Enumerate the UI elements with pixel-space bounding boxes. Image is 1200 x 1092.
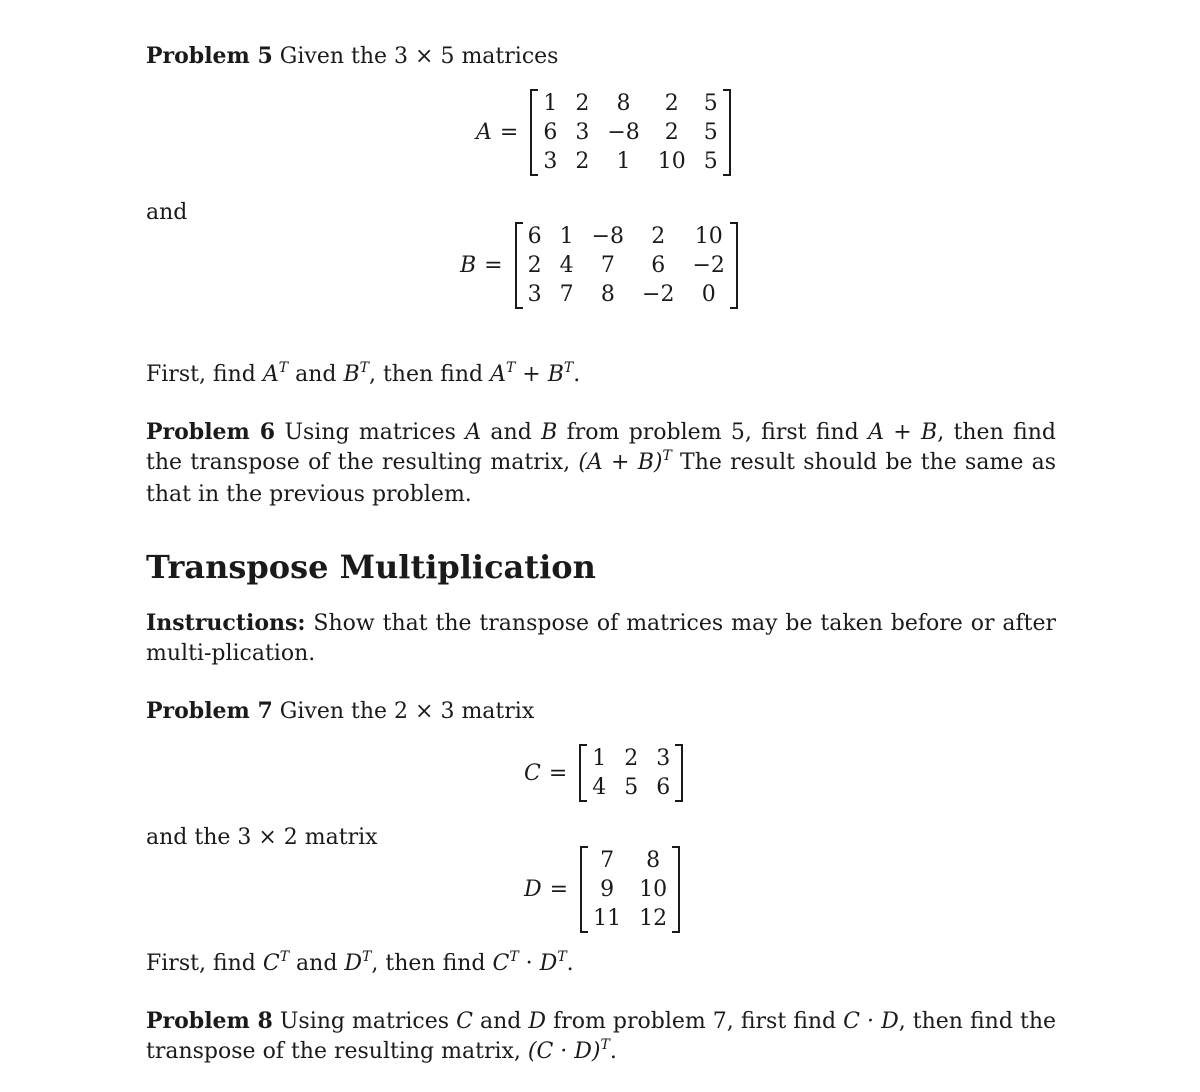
matrix-b-cell: −2 xyxy=(642,282,675,307)
problem7-connector: and the 3 × 2 matrix xyxy=(146,825,378,850)
problem5-label: Problem 5 xyxy=(146,43,273,69)
problem5-task: First, find AT and BT, then find AT + BT… xyxy=(146,360,581,387)
matrix-d-brackets: 7 8 9 10 11 12 xyxy=(580,846,681,933)
instructions-label: Instructions: xyxy=(146,610,306,636)
matrix-b-cell: 3 xyxy=(527,282,542,307)
matrix-c-label: C = xyxy=(524,760,568,786)
problem8-label: Problem 8 xyxy=(146,1008,273,1034)
matrix-a-cell: −8 xyxy=(607,120,640,145)
matrix-b-cell: 1 xyxy=(559,224,574,249)
matrix-b-label: B = xyxy=(460,253,503,278)
matrix-c-row: 123 xyxy=(583,744,679,773)
matrix-a-cell: 3 xyxy=(543,149,558,174)
matrix-d-cell: 8 xyxy=(646,848,661,873)
matrix-c-cell: 6 xyxy=(656,775,671,800)
problem5-statement: Problem 5 Given the 3 × 5 matrices xyxy=(146,42,558,71)
matrix-b-cell: 6 xyxy=(651,253,666,278)
matrix-c-cell: 3 xyxy=(656,746,671,771)
matrix-a-cell: 2 xyxy=(575,149,590,174)
matrix-d-row: 11 12 xyxy=(584,904,676,933)
matrix-b: B = 6 1 −8 2 10 2 4 7 6 −2 3 7 8 −2 0 xyxy=(460,222,739,309)
matrix-d-cell: 12 xyxy=(639,906,668,931)
matrix-b-cell: −2 xyxy=(692,253,725,278)
matrix-d: D = 7 8 9 10 11 12 xyxy=(524,846,681,933)
matrix-b-row: 3 7 8 −2 0 xyxy=(519,280,734,309)
matrix-a-cell: 2 xyxy=(664,120,679,145)
matrix-a-grid: 1 2 8 2 5 6 3 −8 2 5 3 2 1 10 5 xyxy=(534,89,726,176)
matrix-b-brackets: 6 1 −8 2 10 2 4 7 6 −2 3 7 8 −2 0 xyxy=(514,222,739,309)
matrix-d-row: 9 10 xyxy=(584,875,676,904)
matrix-b-cell: 6 xyxy=(527,224,542,249)
matrix-d-cell: 9 xyxy=(600,877,615,902)
matrix-c-cell: 4 xyxy=(592,775,607,800)
matrix-c-row: 456 xyxy=(583,773,679,802)
matrix-b-cell: 10 xyxy=(694,224,723,249)
matrix-b-cell: 4 xyxy=(559,253,574,278)
matrix-a-label: A = xyxy=(476,120,519,145)
matrix-b-cell: 7 xyxy=(559,282,574,307)
matrix-a-cell: 1 xyxy=(543,91,558,116)
matrix-a-cell: 5 xyxy=(703,120,718,145)
problem6-label: Problem 6 xyxy=(146,419,276,445)
instructions: Instructions: Show that the transpose of… xyxy=(146,609,1056,668)
matrix-c-cell: 1 xyxy=(592,746,607,771)
matrix-a-cell: 10 xyxy=(657,149,686,174)
matrix-a-cell: 8 xyxy=(616,91,631,116)
problem6-statement: Problem 6 Using matrices A and B from pr… xyxy=(146,419,1056,507)
matrix-b-cell: 2 xyxy=(651,224,666,249)
problem7-intro: Given the 2 × 3 matrix xyxy=(279,699,535,724)
matrix-d-cell: 11 xyxy=(593,906,622,931)
matrix-b-row: 2 4 7 6 −2 xyxy=(519,251,734,280)
problem5-intro: Given the 3 × 5 matrices xyxy=(279,44,559,69)
document-page: Problem 5 Given the 3 × 5 matrices A = 12… xyxy=(0,0,1200,1092)
matrix-a-cell: 5 xyxy=(703,91,718,116)
matrix-b-cell: 8 xyxy=(600,282,615,307)
matrix-d-cell: 10 xyxy=(639,877,668,902)
matrix-d-grid: 7 8 9 10 11 12 xyxy=(584,846,676,933)
matrix-a-cell: 2 xyxy=(664,91,679,116)
matrix-d-row: 78 xyxy=(584,846,676,875)
matrix-c-grid: 123456 xyxy=(583,744,679,802)
problem5-connector: and xyxy=(146,200,188,225)
matrix-b-row: 6 1 −8 2 10 xyxy=(519,222,734,251)
matrix-c-cell: 2 xyxy=(624,746,639,771)
matrix-a-cell: 6 xyxy=(543,120,558,145)
matrix-d-label: D = xyxy=(524,877,569,902)
matrix-a-cell: 5 xyxy=(703,149,718,174)
matrix-c-brackets: 123456 xyxy=(579,744,684,802)
matrix-a: A = 1 2 8 2 5 6 3 −8 2 5 3 2 1 10 5 xyxy=(476,89,732,176)
problem7-label: Problem 7 xyxy=(146,698,273,724)
matrix-d-cell: 7 xyxy=(600,848,615,873)
matrix-a-brackets: 1 2 8 2 5 6 3 −8 2 5 3 2 1 10 5 xyxy=(530,89,732,176)
matrix-a-row: 12825 xyxy=(534,89,726,118)
matrix-b-grid: 6 1 −8 2 10 2 4 7 6 −2 3 7 8 −2 0 xyxy=(519,222,734,309)
matrix-a-cell: 1 xyxy=(616,149,631,174)
section-title: Transpose Multiplication xyxy=(146,548,596,586)
matrix-c-cell: 5 xyxy=(624,775,639,800)
matrix-b-cell: 7 xyxy=(600,253,615,278)
matrix-a-row: 6 3 −8 2 5 xyxy=(534,118,726,147)
matrix-a-cell: 3 xyxy=(575,120,590,145)
matrix-b-cell: 2 xyxy=(527,253,542,278)
problem7-task: First, find CT and DT, then find CT · DT… xyxy=(146,949,574,976)
matrix-a-cell: 2 xyxy=(575,91,590,116)
problem8-statement: Problem 8 Using matrices C and D from pr… xyxy=(146,1008,1057,1064)
matrix-a-row: 3 2 1 10 5 xyxy=(534,147,726,176)
problem7-statement: Problem 7 Given the 2 × 3 matrix xyxy=(146,697,534,726)
matrix-c: C = 123456 xyxy=(524,744,684,802)
matrix-b-cell: −8 xyxy=(591,224,625,249)
matrix-b-cell: 0 xyxy=(701,282,716,307)
